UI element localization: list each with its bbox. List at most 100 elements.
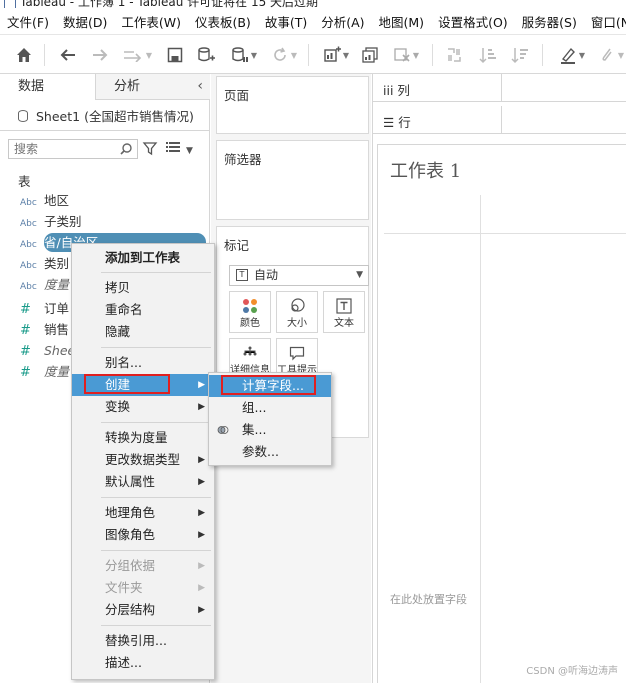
duplicate-sheet-icon[interactable] xyxy=(358,43,382,67)
replace-data-source-icon[interactable]: ▼ xyxy=(118,43,156,67)
number-type-icon: # xyxy=(20,323,31,338)
tab-data[interactable]: 数据 xyxy=(0,74,96,100)
refresh-icon[interactable]: ▼ xyxy=(266,43,302,67)
field-name: 销售 xyxy=(44,322,70,337)
menu-set[interactable]: 集... xyxy=(209,419,331,441)
new-worksheet-icon[interactable]: ▼ xyxy=(318,43,354,67)
menu-rename[interactable]: 重命名 xyxy=(72,299,214,321)
home-icon[interactable] xyxy=(12,43,36,67)
search-box[interactable] xyxy=(8,139,138,159)
menu-replace-references[interactable]: 替换引用... xyxy=(72,630,214,652)
menu-convert-to-measure[interactable]: 转换为度量 xyxy=(72,427,214,449)
menu-set-label: 集... xyxy=(242,422,267,437)
group-members-icon[interactable]: ▼ xyxy=(596,43,626,67)
undo-icon[interactable] xyxy=(56,43,80,67)
color-mark-button[interactable]: 颜色 xyxy=(229,291,271,333)
menu-window[interactable]: 窗口(N) xyxy=(584,12,626,31)
save-icon[interactable] xyxy=(164,43,186,67)
menu-format[interactable]: 设置格式(O) xyxy=(431,12,515,31)
redo-icon[interactable] xyxy=(88,43,112,67)
pages-title: 页面 xyxy=(224,88,250,103)
sort-descending-icon[interactable] xyxy=(508,43,532,67)
submenu-arrow-icon: ▶ xyxy=(198,583,205,593)
submenu-arrow-icon: ▶ xyxy=(198,605,205,615)
data-source-item[interactable]: Sheet1 (全国超市销售情况) xyxy=(0,104,210,130)
menu-geographic-role-label: 地理角色 xyxy=(105,505,156,520)
tableau-app-icon xyxy=(4,0,16,8)
mark-type-value: 自动 xyxy=(254,268,279,282)
clear-sheet-icon[interactable]: ▼ xyxy=(388,43,424,67)
collapse-pane-icon[interactable]: ‹ xyxy=(197,78,203,94)
field-name: 地区 xyxy=(44,193,70,208)
submenu-arrow-icon: ▶ xyxy=(198,380,205,390)
search-input[interactable] xyxy=(9,140,117,158)
columns-shelf[interactable]: iii 列 xyxy=(373,74,626,102)
menu-file[interactable]: 文件(F) xyxy=(0,12,56,31)
field-item[interactable]: Abc 地区 xyxy=(0,190,210,211)
annotation-box xyxy=(84,374,170,394)
menu-hierarchy-label: 分层结构 xyxy=(105,602,156,617)
menu-story[interactable]: 故事(T) xyxy=(258,12,314,31)
title-bar: Tableau - 工作簿 1 - Tableau 许可证将在 15 天后过期 xyxy=(0,0,626,8)
string-type-icon: Abc xyxy=(20,282,37,292)
search-icon[interactable] xyxy=(119,142,133,156)
menu-add-to-sheet[interactable]: 添加到工作表 xyxy=(72,247,214,269)
size-mark-button[interactable]: 大小 xyxy=(276,291,318,333)
filters-title: 筛选器 xyxy=(224,152,262,167)
menu-parameter[interactable]: 参数... xyxy=(209,441,331,463)
menu-data[interactable]: 数据(D) xyxy=(56,12,114,31)
sheet-title[interactable]: 工作表 1 xyxy=(390,157,461,183)
divider xyxy=(480,195,481,683)
swap-rows-columns-icon[interactable] xyxy=(442,43,466,67)
menu-dashboard[interactable]: 仪表板(B) xyxy=(188,12,258,31)
view-options-icon[interactable]: ▼ xyxy=(166,141,198,157)
menu-default-properties[interactable]: 默认属性 ▶ xyxy=(72,471,214,493)
menu-hierarchy[interactable]: 分层结构 ▶ xyxy=(72,599,214,621)
menu-group-by[interactable]: 分组依据 ▶ xyxy=(72,555,214,577)
menu-folders[interactable]: 文件夹 ▶ xyxy=(72,577,214,599)
filters-shelf[interactable]: 筛选器 xyxy=(216,140,369,220)
pause-updates-icon[interactable]: ▼ xyxy=(226,43,262,67)
menu-image-role-label: 图像角色 xyxy=(105,527,156,542)
new-data-source-icon[interactable] xyxy=(194,43,218,67)
database-icon xyxy=(18,110,28,122)
number-type-icon: # xyxy=(20,344,31,359)
number-type-icon: # xyxy=(20,302,31,317)
field-item[interactable]: Abc 子类别 xyxy=(0,211,210,232)
color-label: 颜色 xyxy=(240,318,260,329)
mark-type-select[interactable]: T 自动 ▼ xyxy=(229,265,369,286)
menu-copy[interactable]: 拷贝 xyxy=(72,277,214,299)
annotation-box xyxy=(221,375,316,395)
field-context-menu: 添加到工作表 拷贝 重命名 隐藏 别名... 创建 ▶ 变换 ▶ 转换为度量 更改数… xyxy=(71,243,215,680)
filter-icon[interactable] xyxy=(142,140,158,156)
worksheet-pane: iii 列 ☰ 行 工作表 1 在此处放置字段 CSDN @听海边涛声 xyxy=(372,74,626,683)
menu-aliases[interactable]: 别名... xyxy=(72,352,214,374)
pages-shelf[interactable]: 页面 xyxy=(216,76,369,134)
number-type-icon: # xyxy=(20,365,31,380)
sort-ascending-icon[interactable] xyxy=(476,43,500,67)
menu-worksheet[interactable]: 工作表(W) xyxy=(114,12,188,31)
rows-label: 行 xyxy=(398,115,411,130)
menu-map[interactable]: 地图(M) xyxy=(372,12,432,31)
tables-section-title: 表 xyxy=(18,174,31,189)
window-title: Tableau - 工作簿 1 - Tableau 许可证将在 15 天后过期 xyxy=(20,0,319,8)
menu-change-data-type[interactable]: 更改数据类型 ▶ xyxy=(72,449,214,471)
tab-analysis[interactable]: 分析 xyxy=(96,74,210,100)
text-mark-icon: T xyxy=(236,269,248,281)
menu-group[interactable]: 组... xyxy=(209,397,331,419)
highlight-pen-icon[interactable]: ▼ xyxy=(554,43,590,67)
submenu-arrow-icon: ▶ xyxy=(198,530,205,540)
rows-shelf[interactable]: ☰ 行 xyxy=(373,106,626,134)
menu-transform[interactable]: 变换 ▶ xyxy=(72,396,214,418)
menu-server[interactable]: 服务器(S) xyxy=(515,12,584,31)
menu-image-role[interactable]: 图像角色 ▶ xyxy=(72,524,214,546)
menu-hide[interactable]: 隐藏 xyxy=(72,321,214,343)
menu-describe[interactable]: 描述... xyxy=(72,652,214,674)
sheet-view[interactable]: 工作表 1 在此处放置字段 xyxy=(377,144,626,683)
menu-geographic-role[interactable]: 地理角色 ▶ xyxy=(72,502,214,524)
field-name: 订单 xyxy=(44,301,70,316)
text-mark-button[interactable]: 文本 xyxy=(323,291,365,333)
data-source-name: Sheet1 (全国超市销售情况) xyxy=(36,109,194,124)
columns-icon: iii xyxy=(383,83,394,98)
menu-analysis[interactable]: 分析(A) xyxy=(314,12,371,31)
